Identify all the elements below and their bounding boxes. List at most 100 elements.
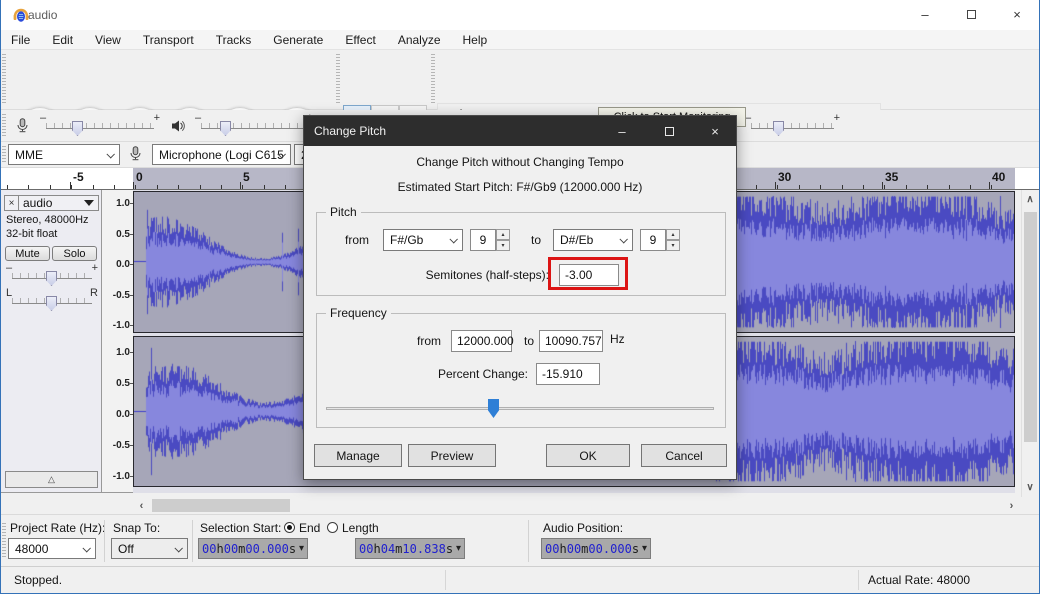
window-minimize-button[interactable]: – [902, 0, 948, 29]
recording-volume-slider[interactable]: –+ [40, 114, 160, 138]
play-at-speed-slider[interactable]: –+ [745, 114, 840, 138]
speaker-icon [170, 118, 186, 137]
menu-tracks[interactable]: Tracks [205, 33, 263, 47]
transport-toolbar-grip[interactable] [2, 54, 6, 105]
horizontal-scrollbar[interactable]: ‹ › [0, 497, 1040, 514]
scroll-up-icon[interactable]: ∧ [1022, 194, 1038, 205]
project-rate-combo[interactable]: 48000 [8, 538, 96, 559]
spin-up-icon[interactable]: ▴ [666, 229, 680, 240]
track-name[interactable]: audio [19, 196, 84, 210]
scroll-right-icon[interactable]: › [1003, 497, 1020, 514]
selection-toolbar-grip[interactable] [2, 523, 6, 558]
track-gain-thumb[interactable] [46, 271, 57, 286]
ruler-tick [863, 185, 864, 189]
dialog-maximize-button[interactable] [656, 116, 682, 146]
chevron-down-icon [82, 544, 90, 552]
ruler-tick [970, 185, 971, 189]
pitch-to-octave-spinner[interactable]: ▴▾ [666, 229, 680, 251]
radio-end[interactable] [284, 522, 295, 533]
frequency-from-field[interactable]: 12000.000 [451, 330, 512, 352]
status-bar: Stopped. Actual Rate: 48000 [0, 566, 1040, 593]
percent-slider-track[interactable] [326, 407, 714, 410]
dropdown-icon[interactable]: ▾ [456, 543, 461, 554]
track-pan-slider[interactable]: L R [6, 289, 98, 313]
window-close-button[interactable]: × [994, 0, 1040, 29]
recording-device-combo[interactable]: Microphone (Logi C615 [152, 144, 291, 165]
pitch-from-note-combo[interactable]: F#/Gb [383, 229, 463, 251]
pitch-from-octave-field[interactable]: 9 [470, 229, 496, 251]
pitch-to-note-combo[interactable]: D#/Eb [553, 229, 633, 251]
mixer-toolbar-grip[interactable] [2, 114, 6, 137]
manage-button[interactable]: Manage [314, 444, 402, 467]
menu-generate[interactable]: Generate [262, 33, 334, 47]
track-close-button[interactable]: × [5, 196, 19, 210]
ok-button[interactable]: OK [546, 444, 630, 467]
scroll-left-icon[interactable]: ‹ [133, 497, 150, 514]
audio-position-time[interactable]: 00 h 00 m 00.000 s▾ [541, 538, 651, 559]
dropdown-icon[interactable]: ▾ [642, 543, 647, 554]
frequency-group-legend: Frequency [326, 306, 391, 320]
playback-volume-thumb[interactable] [220, 121, 231, 136]
change-pitch-dialog: Change Pitch – × Change Pitch without Ch… [303, 115, 737, 480]
device-toolbar-grip[interactable] [2, 146, 6, 163]
menu-view[interactable]: View [84, 33, 132, 47]
ruler-major-tick [882, 182, 883, 189]
ruler-time-label: 0 [136, 170, 143, 184]
audio-host-combo[interactable]: MME [8, 144, 120, 165]
mute-button[interactable]: Mute [5, 246, 50, 261]
recording-volume-thumb[interactable] [72, 121, 83, 136]
ruler-major-tick [240, 182, 241, 189]
pitch-to-octave-field[interactable]: 9 [640, 229, 666, 251]
selection-end-time[interactable]: 00 h 04 m 10.838 s▾ [355, 538, 465, 559]
spin-down-icon[interactable]: ▾ [666, 240, 680, 251]
pitch-from-octave-spinner[interactable]: ▴▾ [496, 229, 510, 251]
pitch-to-octave-value: 9 [650, 233, 657, 247]
menu-transport[interactable]: Transport [132, 33, 205, 47]
vertical-ruler-label: 0.5 [102, 229, 130, 240]
frequency-to-field[interactable]: 10090.757 [539, 330, 603, 352]
solo-button[interactable]: Solo [52, 246, 97, 261]
vertical-ruler-label: 0.5 [102, 378, 130, 389]
ruler-tick [157, 185, 158, 189]
menu-file[interactable]: File [0, 33, 41, 47]
vertical-scrollbar[interactable]: ∧ ∨ [1021, 190, 1038, 497]
separator [104, 520, 105, 562]
dropdown-icon[interactable]: ▾ [299, 543, 304, 554]
scroll-down-icon[interactable]: ∨ [1022, 482, 1038, 493]
tools-toolbar-grip[interactable] [336, 54, 340, 105]
preview-button[interactable]: Preview [408, 444, 496, 467]
percent-change-field[interactable]: -15.910 [536, 363, 600, 385]
selection-start-time[interactable]: 00 h 00 m 00.000 s▾ [198, 538, 308, 559]
pitch-group: Pitch [316, 212, 726, 296]
track-pan-thumb[interactable] [46, 296, 57, 311]
playback-volume-slider[interactable]: –+ [195, 114, 313, 138]
snap-to-label: Snap To: [113, 521, 160, 535]
menu-analyze[interactable]: Analyze [387, 33, 452, 47]
track-menu-icon[interactable] [84, 200, 94, 206]
separator [192, 520, 193, 562]
vertical-scroll-thumb[interactable] [1024, 212, 1037, 442]
menu-effect[interactable]: Effect [334, 33, 386, 47]
spin-down-icon[interactable]: ▾ [496, 240, 510, 251]
menu-edit[interactable]: Edit [41, 33, 84, 47]
vertical-ruler[interactable]: 1.00.50.0-0.5-1.0 1.00.50.0-0.5-1.0 [102, 190, 133, 493]
spin-up-icon[interactable]: ▴ [496, 229, 510, 240]
radio-length[interactable] [327, 522, 338, 533]
track-gain-slider[interactable]: – + [6, 264, 98, 288]
ruler-time-label: 35 [885, 170, 898, 184]
play-at-speed-thumb[interactable] [773, 121, 784, 136]
meter-toolbar-grip[interactable] [431, 54, 435, 105]
window-maximize-button[interactable] [948, 0, 994, 29]
ruler-major-tick [989, 182, 990, 189]
snap-to-combo[interactable]: Off [111, 538, 188, 559]
cancel-button[interactable]: Cancel [641, 444, 727, 467]
dialog-minimize-button[interactable]: – [609, 116, 635, 146]
minimize-icon: – [921, 7, 928, 22]
horizontal-scroll-thumb[interactable] [152, 499, 290, 512]
ruler-time-label: 30 [778, 170, 791, 184]
dialog-close-button[interactable]: × [702, 116, 728, 146]
selection-toolbar: Project Rate (Hz): 48000 Snap To: Off Se… [0, 514, 1040, 566]
ruler-tick [820, 185, 821, 189]
menu-help[interactable]: Help [452, 33, 499, 47]
track-collapse-button[interactable]: △ [5, 471, 98, 488]
